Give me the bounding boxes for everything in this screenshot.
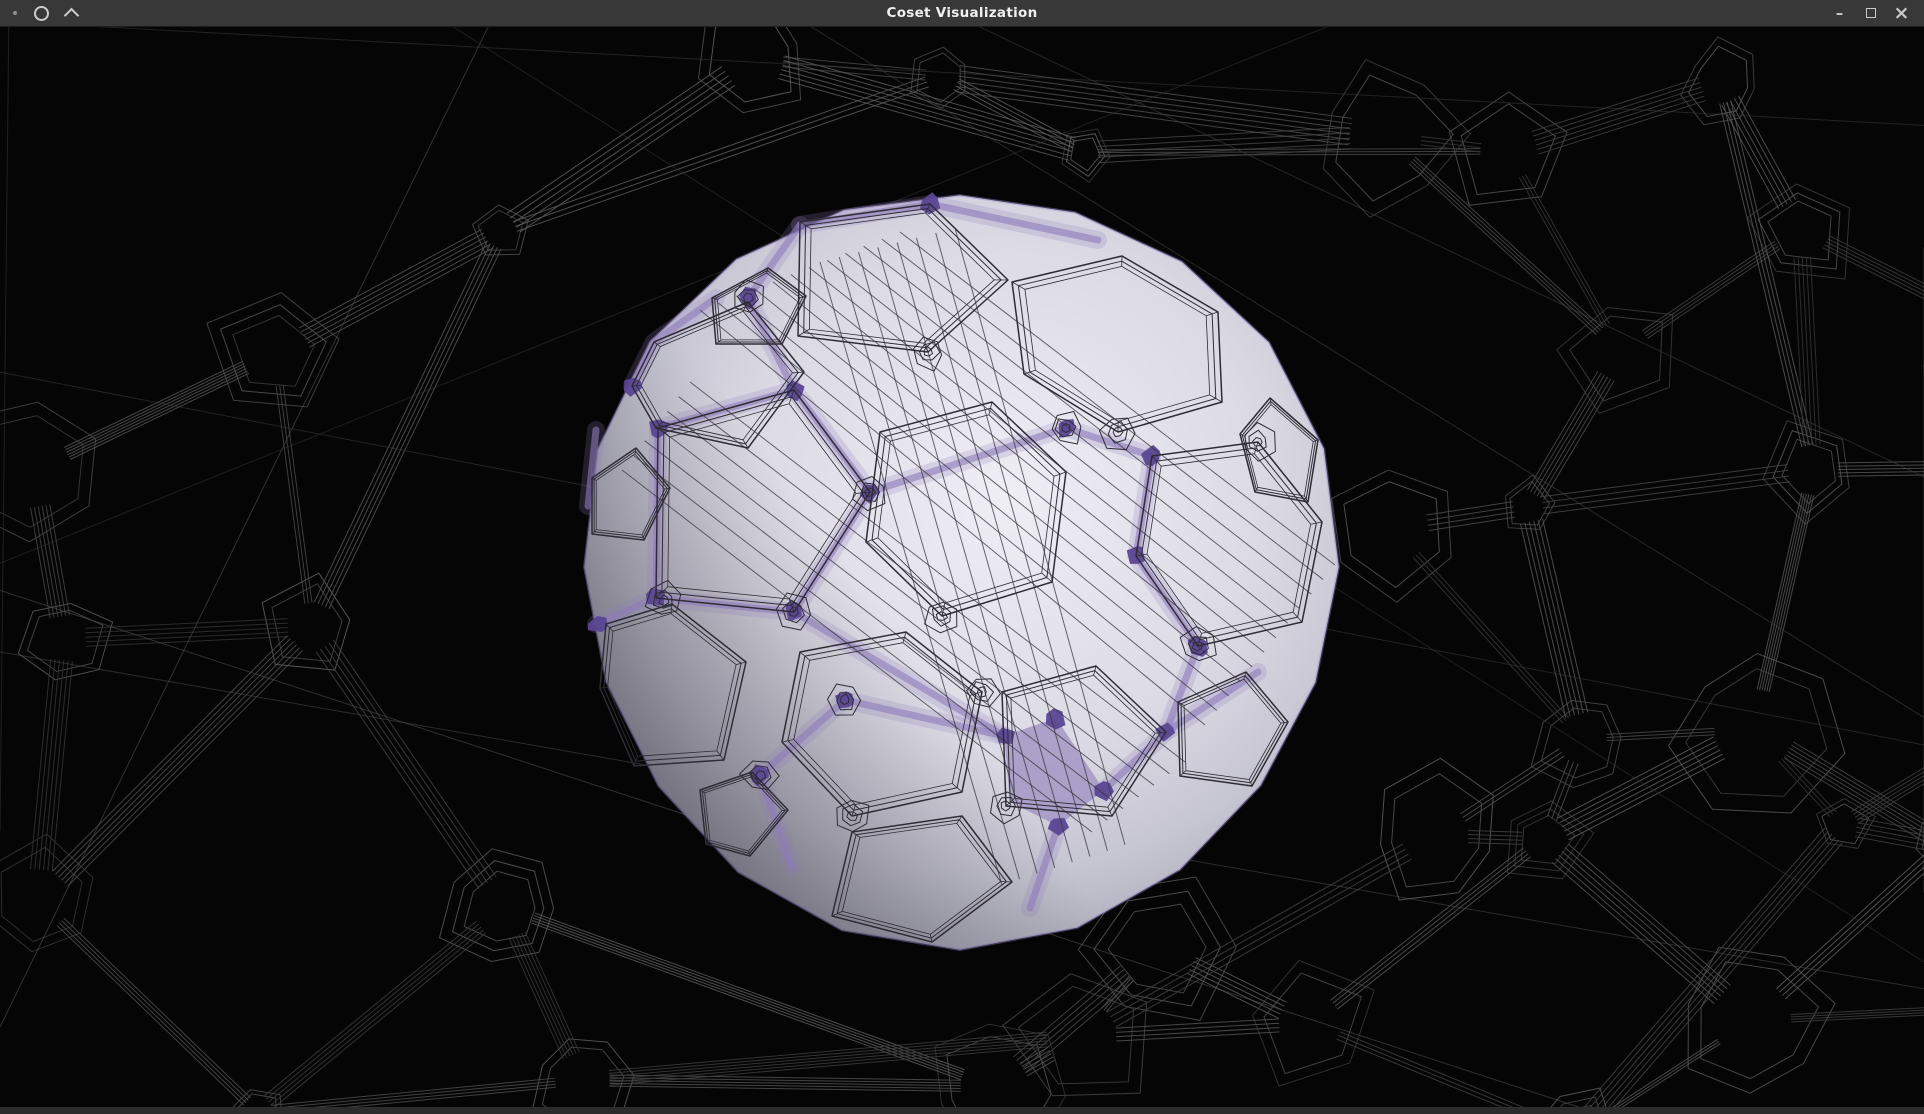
app-window: Coset Visualization – × [0,0,1924,1114]
titlebar-window-controls: – × [1830,4,1924,23]
window-bottom-strip [0,1107,1924,1114]
minimize-button[interactable]: – [1830,4,1849,23]
coset-scene [0,0,1924,1114]
titlebar[interactable]: Coset Visualization – × [0,0,1924,27]
maximize-button[interactable] [1861,4,1880,23]
chevron-up-icon[interactable] [64,7,80,23]
bullet-icon [13,11,17,15]
maximize-icon [1866,8,1876,18]
titlebar-left-controls [0,6,77,21]
close-button[interactable]: × [1892,4,1911,23]
window-title: Coset Visualization [0,5,1924,21]
close-icon: × [1894,5,1910,21]
minimize-icon: – [1836,8,1844,18]
visualization-viewport[interactable] [0,0,1924,1114]
circle-icon[interactable] [34,6,49,21]
